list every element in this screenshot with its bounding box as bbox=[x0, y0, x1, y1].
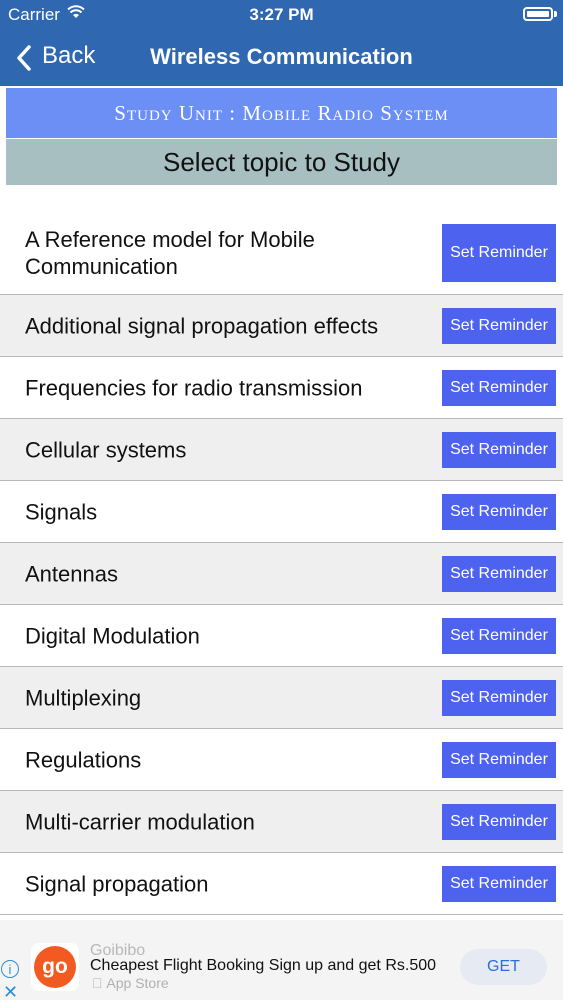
topic-row[interactable]: Cellular systems Set Reminder bbox=[0, 419, 563, 481]
topic-title: Cellular systems bbox=[25, 437, 187, 462]
status-bar: Carrier 3:27 PM bbox=[0, 0, 563, 30]
ad-logo: go bbox=[31, 943, 79, 991]
topic-row[interactable]: Signals Set Reminder bbox=[0, 481, 563, 543]
topic-title: Antennas bbox=[25, 561, 118, 586]
topic-row[interactable]: Additional signal propagation effects Se… bbox=[0, 295, 563, 357]
battery-icon bbox=[523, 7, 553, 21]
topic-row[interactable]: Digital Modulation Set Reminder bbox=[0, 605, 563, 667]
set-reminder-button[interactable]: Set Reminder bbox=[442, 431, 556, 468]
set-reminder-button[interactable]: Set Reminder bbox=[442, 369, 556, 406]
ad-logo-mark: go bbox=[34, 946, 76, 988]
get-button[interactable]: GET bbox=[460, 949, 547, 985]
clock: 3:27 PM bbox=[249, 5, 314, 24]
topic-title: A Reference model for Mobile Communicati… bbox=[25, 227, 315, 279]
study-unit-banner: Study Unit : Mobile Radio System bbox=[6, 88, 557, 138]
topic-title: Regulations bbox=[25, 747, 142, 772]
battery-tip bbox=[554, 11, 557, 17]
topic-row[interactable]: Antennas Set Reminder bbox=[0, 543, 563, 605]
set-reminder-button[interactable]: Set Reminder bbox=[442, 741, 556, 778]
topic-title: Multiplexing bbox=[25, 685, 142, 710]
topic-title: Digital Modulation bbox=[25, 623, 200, 648]
info-icon[interactable]: i bbox=[1, 960, 19, 978]
set-reminder-button[interactable]: Set Reminder bbox=[442, 679, 556, 716]
navigation-bar: Carrier 3:27 PM Back Wireless Communicat… bbox=[0, 0, 563, 86]
topic-row[interactable]: Signal propagation Set Reminder bbox=[0, 853, 563, 915]
topic-list: A Reference model for Mobile Communicati… bbox=[0, 212, 563, 915]
ad-headline: Cheapest Flight Booking Sign up and get … bbox=[90, 957, 437, 974]
topic-title: Signals bbox=[25, 499, 98, 524]
topic-row[interactable]: Multiplexing Set Reminder bbox=[0, 667, 563, 729]
ad-banner[interactable]: i ✕ go Goibibo Cheapest Flight Booking S… bbox=[0, 920, 563, 1002]
set-reminder-button[interactable]: Set Reminder bbox=[442, 865, 556, 902]
topic-title: Frequencies for radio transmission bbox=[25, 375, 363, 400]
select-topic-heading: Select topic to Study bbox=[6, 139, 557, 185]
set-reminder-button[interactable]: Set Reminder bbox=[442, 617, 556, 654]
topic-row[interactable]: A Reference model for Mobile Communicati… bbox=[0, 212, 563, 295]
page-title: Wireless Communication bbox=[150, 44, 413, 69]
ad-store-text: App Store bbox=[92, 975, 168, 991]
topic-title: Multi-carrier modulation bbox=[25, 809, 255, 834]
set-reminder-button[interactable]: Set Reminder bbox=[442, 803, 556, 840]
set-reminder-button[interactable]: Set Reminder bbox=[442, 493, 556, 530]
topic-row[interactable]: Multi-carrier modulation Set Reminder bbox=[0, 791, 563, 853]
topic-row[interactable]: Frequencies for radio transmission Set R… bbox=[0, 357, 563, 419]
topic-title: Signal propagation bbox=[25, 871, 209, 896]
set-reminder-button[interactable]: Set Reminder bbox=[442, 307, 556, 344]
topic-row[interactable]: Regulations Set Reminder bbox=[0, 729, 563, 791]
set-reminder-button[interactable]: Set Reminder bbox=[442, 224, 556, 282]
apple-icon:  bbox=[92, 975, 106, 991]
set-reminder-button[interactable]: Set Reminder bbox=[442, 555, 556, 592]
ad-store-label:  App Store bbox=[92, 975, 169, 991]
topic-title: Additional signal propagation effects bbox=[25, 313, 379, 338]
